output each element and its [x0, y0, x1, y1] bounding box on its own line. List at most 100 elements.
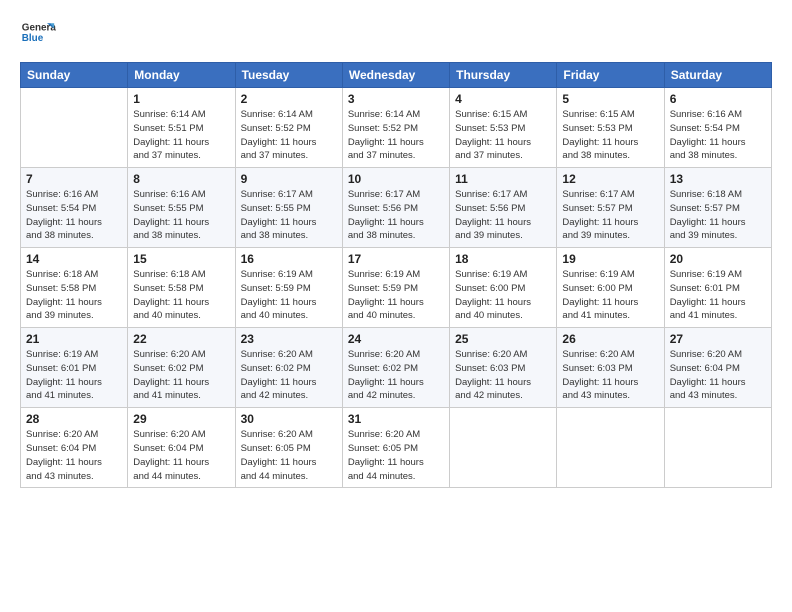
- calendar-cell: [664, 408, 771, 488]
- calendar-cell: 28 Sunrise: 6:20 AMSunset: 6:04 PMDayligh…: [21, 408, 128, 488]
- calendar-cell: 30 Sunrise: 6:20 AMSunset: 6:05 PMDayligh…: [235, 408, 342, 488]
- day-info: Sunrise: 6:16 AMSunset: 5:54 PMDaylight:…: [670, 108, 766, 163]
- calendar-cell: 31 Sunrise: 6:20 AMSunset: 6:05 PMDayligh…: [342, 408, 449, 488]
- day-number: 13: [670, 172, 766, 186]
- calendar-week-1: 1 Sunrise: 6:14 AMSunset: 5:51 PMDaylight…: [21, 88, 772, 168]
- calendar-cell: 17 Sunrise: 6:19 AMSunset: 5:59 PMDayligh…: [342, 248, 449, 328]
- day-number: 18: [455, 252, 551, 266]
- day-number: 9: [241, 172, 337, 186]
- day-number: 30: [241, 412, 337, 426]
- day-number: 2: [241, 92, 337, 106]
- calendar-cell: 7 Sunrise: 6:16 AMSunset: 5:54 PMDaylight…: [21, 168, 128, 248]
- day-number: 3: [348, 92, 444, 106]
- calendar-header-thursday: Thursday: [450, 63, 557, 88]
- day-info: Sunrise: 6:19 AMSunset: 5:59 PMDaylight:…: [241, 268, 337, 323]
- day-info: Sunrise: 6:16 AMSunset: 5:55 PMDaylight:…: [133, 188, 229, 243]
- calendar-header-tuesday: Tuesday: [235, 63, 342, 88]
- day-info: Sunrise: 6:19 AMSunset: 6:01 PMDaylight:…: [26, 348, 122, 403]
- calendar-header-row: SundayMondayTuesdayWednesdayThursdayFrid…: [21, 63, 772, 88]
- day-info: Sunrise: 6:19 AMSunset: 6:01 PMDaylight:…: [670, 268, 766, 323]
- calendar-week-2: 7 Sunrise: 6:16 AMSunset: 5:54 PMDaylight…: [21, 168, 772, 248]
- calendar-cell: [557, 408, 664, 488]
- calendar-header-monday: Monday: [128, 63, 235, 88]
- calendar-header-wednesday: Wednesday: [342, 63, 449, 88]
- day-info: Sunrise: 6:18 AMSunset: 5:58 PMDaylight:…: [133, 268, 229, 323]
- logo: General Blue: [20, 16, 56, 52]
- day-number: 1: [133, 92, 229, 106]
- day-number: 17: [348, 252, 444, 266]
- day-info: Sunrise: 6:14 AMSunset: 5:51 PMDaylight:…: [133, 108, 229, 163]
- calendar-cell: [450, 408, 557, 488]
- calendar-cell: 2Sunrise: 6:14 AMSunset: 5:52 PMDaylight…: [235, 88, 342, 168]
- calendar-cell: 1 Sunrise: 6:14 AMSunset: 5:51 PMDaylight…: [128, 88, 235, 168]
- calendar-cell: 21 Sunrise: 6:19 AMSunset: 6:01 PMDayligh…: [21, 328, 128, 408]
- day-number: 10: [348, 172, 444, 186]
- day-number: 15: [133, 252, 229, 266]
- day-info: Sunrise: 6:20 AMSunset: 6:05 PMDaylight:…: [348, 428, 444, 483]
- header: General Blue: [20, 16, 772, 52]
- day-info: Sunrise: 6:19 AMSunset: 6:00 PMDaylight:…: [562, 268, 658, 323]
- day-number: 8: [133, 172, 229, 186]
- day-info: Sunrise: 6:19 AMSunset: 5:59 PMDaylight:…: [348, 268, 444, 323]
- day-info: Sunrise: 6:20 AMSunset: 6:04 PMDaylight:…: [670, 348, 766, 403]
- calendar-cell: 11 Sunrise: 6:17 AMSunset: 5:56 PMDayligh…: [450, 168, 557, 248]
- day-number: 14: [26, 252, 122, 266]
- day-info: Sunrise: 6:17 AMSunset: 5:56 PMDaylight:…: [348, 188, 444, 243]
- day-number: 24: [348, 332, 444, 346]
- day-info: Sunrise: 6:17 AMSunset: 5:56 PMDaylight:…: [455, 188, 551, 243]
- day-number: 21: [26, 332, 122, 346]
- calendar-header-sunday: Sunday: [21, 63, 128, 88]
- calendar-cell: 5Sunrise: 6:15 AMSunset: 5:53 PMDaylight…: [557, 88, 664, 168]
- calendar-cell: 6 Sunrise: 6:16 AMSunset: 5:54 PMDaylight…: [664, 88, 771, 168]
- day-info: Sunrise: 6:20 AMSunset: 6:03 PMDaylight:…: [562, 348, 658, 403]
- calendar-week-5: 28 Sunrise: 6:20 AMSunset: 6:04 PMDayligh…: [21, 408, 772, 488]
- calendar-cell: 22Sunrise: 6:20 AMSunset: 6:02 PMDayligh…: [128, 328, 235, 408]
- day-info: Sunrise: 6:20 AMSunset: 6:05 PMDaylight:…: [241, 428, 337, 483]
- calendar-header-friday: Friday: [557, 63, 664, 88]
- day-info: Sunrise: 6:20 AMSunset: 6:02 PMDaylight:…: [241, 348, 337, 403]
- calendar-cell: 12Sunrise: 6:17 AMSunset: 5:57 PMDayligh…: [557, 168, 664, 248]
- calendar-cell: 9 Sunrise: 6:17 AMSunset: 5:55 PMDaylight…: [235, 168, 342, 248]
- calendar-cell: 24Sunrise: 6:20 AMSunset: 6:02 PMDayligh…: [342, 328, 449, 408]
- day-number: 27: [670, 332, 766, 346]
- calendar-cell: 8 Sunrise: 6:16 AMSunset: 5:55 PMDaylight…: [128, 168, 235, 248]
- calendar-cell: 29Sunrise: 6:20 AMSunset: 6:04 PMDayligh…: [128, 408, 235, 488]
- day-number: 4: [455, 92, 551, 106]
- calendar-cell: 13 Sunrise: 6:18 AMSunset: 5:57 PMDayligh…: [664, 168, 771, 248]
- calendar-cell: 25Sunrise: 6:20 AMSunset: 6:03 PMDayligh…: [450, 328, 557, 408]
- day-number: 31: [348, 412, 444, 426]
- day-info: Sunrise: 6:20 AMSunset: 6:04 PMDaylight:…: [26, 428, 122, 483]
- calendar-cell: 3Sunrise: 6:14 AMSunset: 5:52 PMDaylight…: [342, 88, 449, 168]
- calendar-cell: 23 Sunrise: 6:20 AMSunset: 6:02 PMDayligh…: [235, 328, 342, 408]
- day-info: Sunrise: 6:18 AMSunset: 5:57 PMDaylight:…: [670, 188, 766, 243]
- calendar-cell: 26 Sunrise: 6:20 AMSunset: 6:03 PMDayligh…: [557, 328, 664, 408]
- day-number: 7: [26, 172, 122, 186]
- day-number: 16: [241, 252, 337, 266]
- day-number: 22: [133, 332, 229, 346]
- day-info: Sunrise: 6:17 AMSunset: 5:55 PMDaylight:…: [241, 188, 337, 243]
- calendar: SundayMondayTuesdayWednesdayThursdayFrid…: [20, 62, 772, 488]
- day-number: 11: [455, 172, 551, 186]
- calendar-cell: 16 Sunrise: 6:19 AMSunset: 5:59 PMDayligh…: [235, 248, 342, 328]
- day-number: 20: [670, 252, 766, 266]
- day-info: Sunrise: 6:16 AMSunset: 5:54 PMDaylight:…: [26, 188, 122, 243]
- day-number: 6: [670, 92, 766, 106]
- calendar-cell: [21, 88, 128, 168]
- day-number: 28: [26, 412, 122, 426]
- calendar-cell: 27 Sunrise: 6:20 AMSunset: 6:04 PMDayligh…: [664, 328, 771, 408]
- logo-icon: General Blue: [20, 16, 56, 52]
- day-number: 26: [562, 332, 658, 346]
- calendar-cell: 4Sunrise: 6:15 AMSunset: 5:53 PMDaylight…: [450, 88, 557, 168]
- day-number: 25: [455, 332, 551, 346]
- calendar-cell: 15 Sunrise: 6:18 AMSunset: 5:58 PMDayligh…: [128, 248, 235, 328]
- svg-text:Blue: Blue: [22, 33, 44, 44]
- day-number: 12: [562, 172, 658, 186]
- calendar-cell: 14 Sunrise: 6:18 AMSunset: 5:58 PMDayligh…: [21, 248, 128, 328]
- day-info: Sunrise: 6:18 AMSunset: 5:58 PMDaylight:…: [26, 268, 122, 323]
- day-info: Sunrise: 6:19 AMSunset: 6:00 PMDaylight:…: [455, 268, 551, 323]
- day-number: 23: [241, 332, 337, 346]
- calendar-week-3: 14 Sunrise: 6:18 AMSunset: 5:58 PMDayligh…: [21, 248, 772, 328]
- day-number: 19: [562, 252, 658, 266]
- day-info: Sunrise: 6:20 AMSunset: 6:04 PMDaylight:…: [133, 428, 229, 483]
- calendar-cell: 18 Sunrise: 6:19 AMSunset: 6:00 PMDayligh…: [450, 248, 557, 328]
